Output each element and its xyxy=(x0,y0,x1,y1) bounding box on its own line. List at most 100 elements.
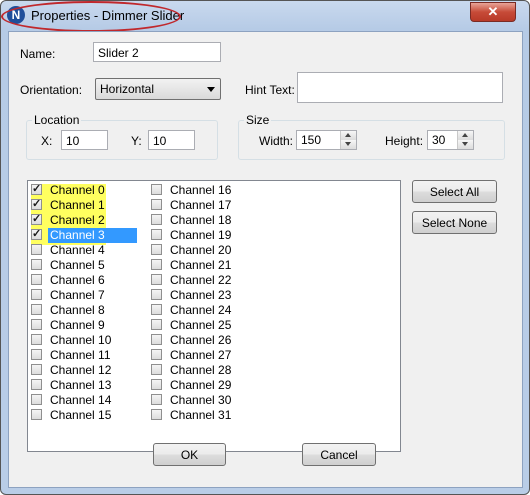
channel-checkbox[interactable] xyxy=(31,227,42,242)
title-bar: N Properties - Dimmer Slider ✕ xyxy=(1,1,529,32)
channel-checkbox[interactable] xyxy=(31,259,42,270)
spin-down-icon[interactable] xyxy=(458,140,473,149)
channel-checkbox[interactable] xyxy=(31,197,42,212)
channel-label: Channel 26 xyxy=(170,333,232,347)
channel-checkbox[interactable] xyxy=(31,244,42,255)
location-group-title: Location xyxy=(32,113,82,127)
spin-down-icon[interactable] xyxy=(341,140,356,149)
cancel-button[interactable]: Cancel xyxy=(302,443,376,466)
channel-checkbox[interactable] xyxy=(151,274,162,285)
height-value: 30 xyxy=(432,133,446,147)
channel-checkbox[interactable] xyxy=(31,364,42,375)
location-x-field[interactable]: 10 xyxy=(61,130,108,150)
title-annotation-oval xyxy=(1,1,181,32)
channel-label: Channel 20 xyxy=(170,243,232,257)
channel-label: Channel 23 xyxy=(170,288,232,302)
location-group: Location X: 10 Y: 10 xyxy=(26,113,218,160)
channel-checkbox[interactable] xyxy=(151,184,162,195)
ok-button[interactable]: OK xyxy=(153,443,226,466)
channel-checkbox[interactable] xyxy=(151,394,162,405)
channel-label: Channel 9 xyxy=(50,318,105,332)
channel-checkbox[interactable] xyxy=(151,349,162,360)
channel-label: Channel 19 xyxy=(170,228,232,242)
channel-label: Channel 22 xyxy=(170,273,232,287)
channel-label: Channel 4 xyxy=(50,243,105,257)
channel-checkbox[interactable] xyxy=(151,289,162,300)
location-y-field[interactable]: 10 xyxy=(148,130,195,150)
channel-checkbox[interactable] xyxy=(31,304,42,315)
channel-checkbox[interactable] xyxy=(151,409,162,420)
width-value: 150 xyxy=(301,133,322,147)
channel-label: Channel 28 xyxy=(170,363,232,377)
height-spinner[interactable]: 30 xyxy=(427,130,474,150)
select-none-button[interactable]: Select None xyxy=(412,211,497,234)
orientation-label: Orientation: xyxy=(20,83,83,97)
channel-label: Channel 10 xyxy=(50,333,112,347)
channel-checkbox[interactable] xyxy=(151,259,162,270)
channel-checkbox[interactable] xyxy=(151,244,162,255)
channel-label: Channel 8 xyxy=(50,303,105,317)
channel-checkbox[interactable] xyxy=(151,214,162,225)
close-button[interactable]: ✕ xyxy=(470,2,516,22)
hint-text-label: Hint Text: xyxy=(245,83,295,97)
channel-checkbox[interactable] xyxy=(31,212,42,227)
channel-label: Channel 18 xyxy=(170,213,232,227)
channel-checkbox[interactable] xyxy=(151,334,162,345)
height-spin-buttons xyxy=(457,131,473,149)
dialog-client-area: Name: Slider 2 Orientation: Horizontal H… xyxy=(8,31,523,488)
channel-checkbox[interactable] xyxy=(31,394,42,405)
channel-label: Channel 0 xyxy=(50,183,105,197)
channel-label: Channel 12 xyxy=(50,363,112,377)
channel-label: Channel 3 xyxy=(48,228,137,243)
channel-label: Channel 11 xyxy=(50,348,111,362)
channel-checkbox[interactable] xyxy=(31,182,42,197)
channel-label: Channel 6 xyxy=(50,273,105,287)
channel-checkbox[interactable] xyxy=(31,289,42,300)
channel-checkbox[interactable] xyxy=(31,379,42,390)
channel-label: Channel 25 xyxy=(170,318,232,332)
channel-label: Channel 14 xyxy=(50,393,112,407)
channel-checklist[interactable]: Channel 0Channel 1Channel 2Channel 3Chan… xyxy=(27,180,401,452)
channel-label: Channel 16 xyxy=(170,183,232,197)
channel-label: Channel 2 xyxy=(50,213,105,227)
channel-checkbox[interactable] xyxy=(151,364,162,375)
channel-checkbox[interactable] xyxy=(31,349,42,360)
select-all-button[interactable]: Select All xyxy=(412,180,497,203)
channel-label: Channel 13 xyxy=(50,378,112,392)
channel-label: Channel 30 xyxy=(170,393,232,407)
height-label: Height: xyxy=(385,134,424,148)
name-field[interactable]: Slider 2 xyxy=(93,42,221,62)
location-x-label: X: xyxy=(41,134,53,148)
name-label: Name: xyxy=(20,47,56,61)
channel-checkbox[interactable] xyxy=(31,409,42,420)
channel-label: Channel 1 xyxy=(50,198,105,212)
size-group: Size Width: 150 Height: 30 xyxy=(238,113,505,160)
channel-checkbox[interactable] xyxy=(151,319,162,330)
orientation-value: Horizontal xyxy=(100,82,155,96)
properties-window: N Properties - Dimmer Slider ✕ Name: Sli… xyxy=(0,0,530,495)
channel-checkbox[interactable] xyxy=(31,334,42,345)
channel-label: Channel 5 xyxy=(50,258,105,272)
channel-label: Channel 15 xyxy=(50,408,112,422)
channel-label: Channel 7 xyxy=(50,288,105,302)
channel-checkbox[interactable] xyxy=(151,229,162,240)
channel-checkbox[interactable] xyxy=(31,319,42,330)
channel-checkbox[interactable] xyxy=(151,304,162,315)
channel-label: Channel 17 xyxy=(170,198,232,212)
width-spinner[interactable]: 150 xyxy=(296,130,357,150)
channel-label: Channel 31 xyxy=(170,408,232,422)
channel-label: Channel 21 xyxy=(170,258,232,272)
channel-label: Channel 27 xyxy=(170,348,232,362)
channel-checkbox[interactable] xyxy=(151,199,162,210)
chevron-down-icon xyxy=(207,87,215,92)
width-label: Width: xyxy=(259,134,294,148)
width-spin-buttons xyxy=(340,131,356,149)
channel-label: Channel 29 xyxy=(170,378,232,392)
channel-label: Channel 24 xyxy=(170,303,232,317)
size-group-title: Size xyxy=(244,113,272,127)
channel-checkbox[interactable] xyxy=(151,379,162,390)
hint-text-field[interactable] xyxy=(297,72,503,103)
location-y-label: Y: xyxy=(131,134,142,148)
orientation-select[interactable]: Horizontal xyxy=(95,78,221,100)
channel-checkbox[interactable] xyxy=(31,274,42,285)
